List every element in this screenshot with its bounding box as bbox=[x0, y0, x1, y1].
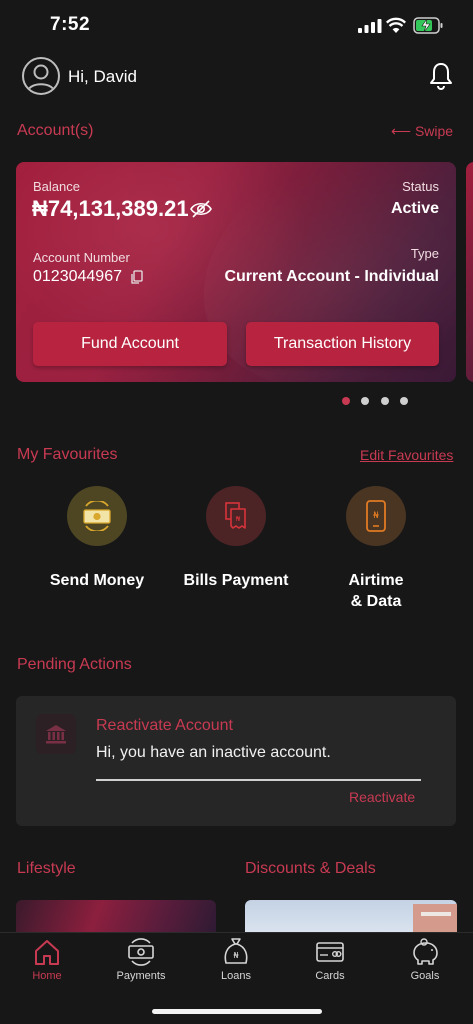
status-value: Active bbox=[390, 200, 439, 217]
svg-text:₦: ₦ bbox=[233, 951, 238, 960]
account-card[interactable]: Balance ₦74,131,389.21 Status Active Acc… bbox=[16, 162, 456, 382]
reactivate-link[interactable]: Reactivate bbox=[349, 789, 415, 805]
type-label: Type bbox=[410, 246, 439, 261]
fund-account-button[interactable]: Fund Account bbox=[33, 322, 227, 366]
swipe-hint: ⟵ Swipe bbox=[391, 123, 454, 139]
bell-icon[interactable] bbox=[429, 62, 453, 90]
next-account-card[interactable] bbox=[466, 162, 473, 382]
battery-icon bbox=[413, 17, 443, 34]
pending-actions-title: Pending Actions bbox=[17, 656, 132, 673]
favourite-label-line2: & Data bbox=[350, 593, 402, 610]
user-icon bbox=[27, 64, 55, 92]
tab-label: Home bbox=[32, 970, 62, 982]
favourite-bills-payment[interactable]: ₦ Bills Payment bbox=[180, 486, 292, 616]
greeting: Hi, David bbox=[68, 67, 137, 86]
favourite-label: Airtime bbox=[348, 572, 404, 589]
balance-label: Balance bbox=[33, 179, 80, 194]
pending-card-title: Reactivate Account bbox=[96, 717, 233, 734]
home-icon bbox=[31, 936, 63, 968]
favourite-label: Bills Payment bbox=[183, 572, 289, 589]
edit-favourites-link[interactable]: Edit Favourites bbox=[360, 447, 453, 463]
home-indicator bbox=[152, 1009, 322, 1014]
pager-dot[interactable] bbox=[400, 397, 408, 405]
favourite-send-money[interactable]: Send Money bbox=[47, 486, 147, 616]
tab-label: Loans bbox=[221, 970, 251, 982]
tab-cards[interactable]: Cards bbox=[290, 936, 370, 992]
pager-dot[interactable] bbox=[361, 397, 369, 405]
transaction-history-button[interactable]: Transaction History bbox=[246, 322, 439, 366]
receipt-icon: ₦ bbox=[206, 486, 266, 546]
account-number-label: Account Number bbox=[33, 250, 130, 265]
divider bbox=[96, 779, 421, 781]
tab-goals[interactable]: Goals bbox=[385, 936, 465, 992]
loans-icon: ₦ bbox=[220, 936, 252, 968]
tab-label: Payments bbox=[116, 970, 166, 982]
favourites-title: My Favourites bbox=[17, 446, 118, 463]
status-label: Status bbox=[402, 179, 439, 194]
account-number: 0123044967 bbox=[33, 268, 122, 285]
status-time: 7:52 bbox=[50, 14, 91, 35]
payments-icon bbox=[125, 936, 157, 968]
type-value: Current Account - Individual bbox=[224, 268, 439, 285]
avatar[interactable] bbox=[22, 57, 60, 95]
pending-message: Hi, you have an inactive account. bbox=[96, 744, 331, 761]
svg-text:₦: ₦ bbox=[373, 511, 379, 521]
pager-dot[interactable] bbox=[381, 397, 389, 405]
tab-label: Goals bbox=[410, 970, 440, 982]
tab-label: Cards bbox=[315, 970, 345, 982]
tab-home[interactable]: Home bbox=[7, 936, 87, 992]
bank-icon bbox=[36, 714, 76, 754]
lifestyle-title: Lifestyle bbox=[17, 860, 76, 877]
favourite-label: Send Money bbox=[49, 572, 145, 589]
cards-icon bbox=[314, 936, 346, 968]
discounts-title: Discounts & Deals bbox=[245, 860, 376, 877]
balance-value: ₦74,131,389.21 bbox=[32, 196, 189, 221]
wifi-icon bbox=[386, 17, 406, 33]
eye-slash-icon[interactable] bbox=[190, 199, 212, 219]
accounts-title: Account(s) bbox=[17, 122, 94, 139]
pager-dot-active[interactable] bbox=[342, 397, 350, 405]
tab-payments[interactable]: Payments bbox=[101, 936, 181, 992]
favourite-airtime-data[interactable]: ₦ Airtime & Data bbox=[326, 486, 426, 616]
building-image bbox=[421, 912, 451, 916]
tab-loans[interactable]: ₦ Loans bbox=[196, 936, 276, 992]
copy-icon[interactable] bbox=[131, 270, 143, 284]
goals-icon bbox=[409, 936, 441, 968]
phone-icon: ₦ bbox=[346, 486, 406, 546]
signal-icon bbox=[358, 19, 382, 33]
svg-text:₦: ₦ bbox=[236, 515, 241, 523]
money-icon bbox=[67, 486, 127, 546]
